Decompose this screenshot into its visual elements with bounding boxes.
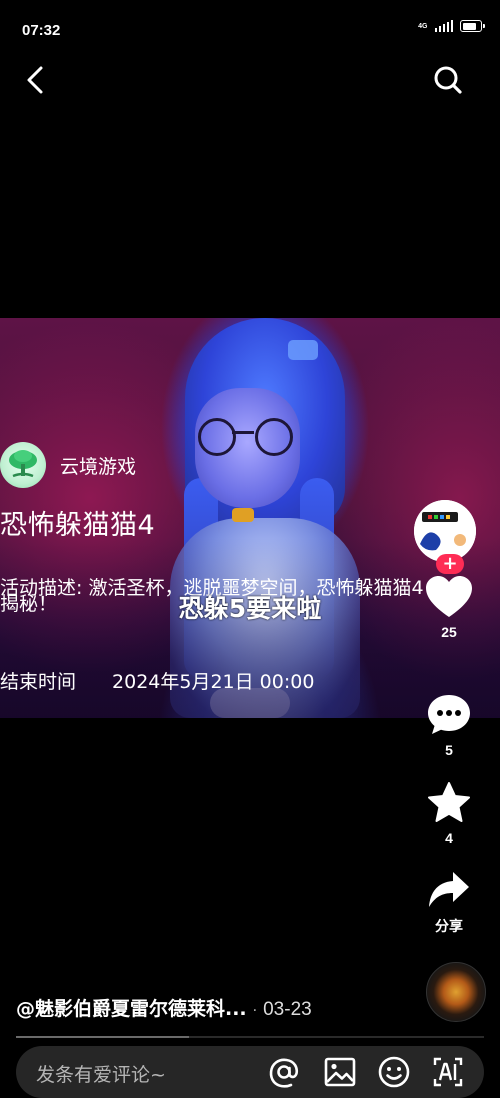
video-progress-bar[interactable] [16,1036,484,1038]
comment-bubble-icon [428,695,470,734]
favorite-count: 4 [445,830,453,846]
follow-button[interactable]: + [436,554,464,574]
back-button[interactable] [20,62,52,98]
emoji-icon [378,1056,410,1088]
mention-button[interactable] [266,1054,302,1090]
ai-icon [433,1057,463,1087]
comment-count: 5 [445,742,453,758]
signal-icon [434,20,453,32]
share-arrow-icon [429,872,469,907]
post-title: 恐怖躲猫猫4 [0,510,156,541]
status-icons: 4G [418,20,485,32]
battery-icon [460,20,485,32]
comment-input[interactable]: 发条有爱评论~ [36,1060,166,1087]
star-icon [428,782,470,822]
back-arrow-icon [27,66,43,94]
author-name[interactable]: 云境游戏 [60,452,136,479]
author-avatar[interactable] [0,442,46,488]
post-date: 03-23 [263,999,312,1020]
status-bar: 07:32 4G [0,0,500,62]
image-button[interactable] [322,1054,358,1090]
network-type: 4G [418,22,428,30]
image-icon [324,1057,356,1087]
favorite-button[interactable]: 4 [416,782,482,846]
comment-button[interactable]: 5 [416,694,482,758]
search-button[interactable] [432,64,464,96]
like-button[interactable]: 25 [416,576,482,640]
end-time-value: 2024年5月21日 00:00 [112,671,315,693]
share-button[interactable]: 分享 [416,870,482,936]
meta-separator: · [252,1003,258,1019]
footer-meta: @魅影伯爵夏雷尔德莱科... · 03-23 [16,994,312,1021]
like-count: 25 [441,624,457,640]
end-time-label: 结束时间 [0,671,77,693]
share-label: 分享 [435,918,463,934]
end-time: 结束时间 2024年5月21日 00:00 [0,667,314,694]
emoji-button[interactable] [376,1054,412,1090]
ai-button[interactable] [430,1054,466,1090]
tree-logo-icon [9,450,37,478]
user-handle[interactable]: @魅影伯爵夏雷尔德莱科... [16,998,247,1020]
author-row[interactable]: 云境游戏 [0,442,136,488]
heart-icon [426,576,472,617]
music-disc[interactable] [426,962,486,1022]
video-progress-fill [16,1036,190,1038]
search-icon [434,66,462,94]
at-sign-icon [269,1058,299,1088]
status-time: 07:32 [22,22,61,39]
comment-bar: 发条有爱评论~ [16,1046,484,1098]
